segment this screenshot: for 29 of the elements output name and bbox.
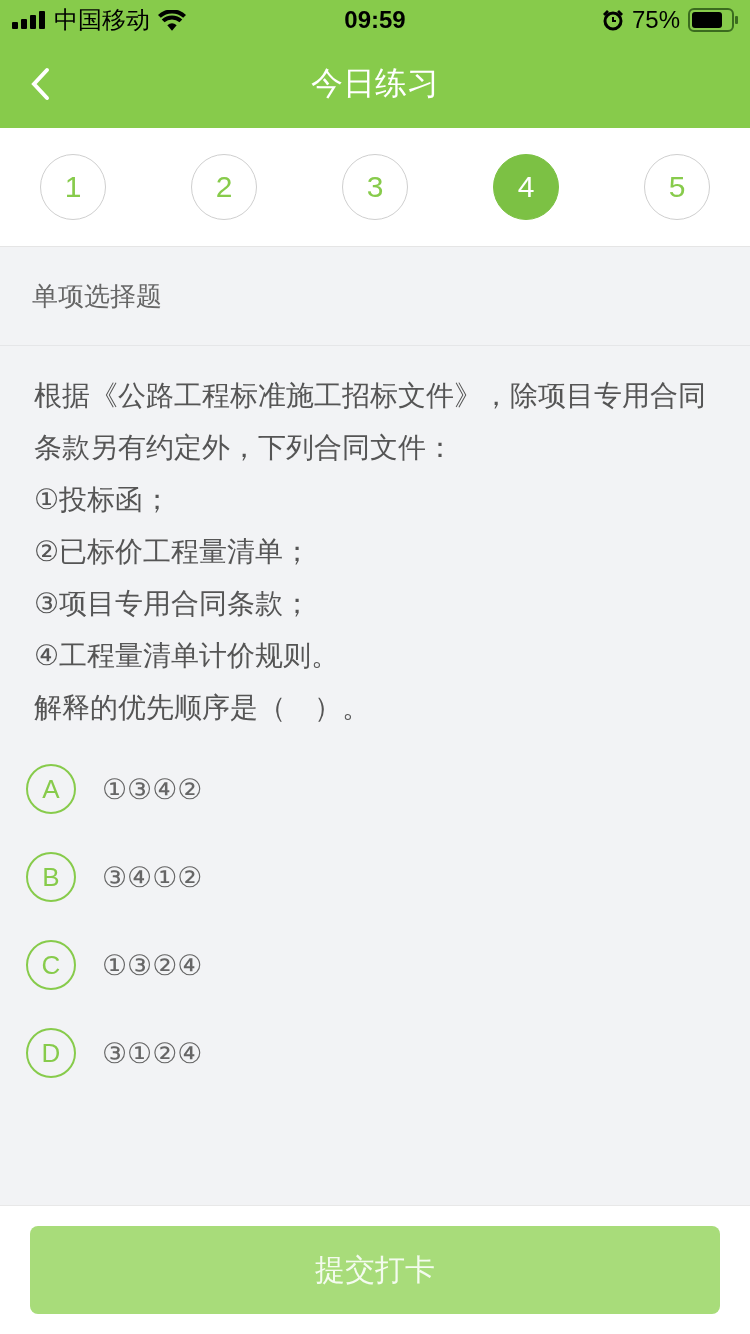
question-text: ④工程量清单计价规则。 (34, 638, 341, 674)
question-number[interactable]: 4 (493, 154, 559, 220)
back-icon[interactable] (30, 67, 50, 101)
option-letter[interactable]: D (26, 1028, 76, 1078)
wifi-icon (158, 9, 186, 31)
battery-percent: 75% (631, 6, 680, 34)
option-letter[interactable]: C (26, 940, 76, 990)
question-text: 根据《公路工程标准施工招标文件》，除项目专用合同条款另有约定外，下列合同文件： (34, 378, 707, 466)
question-number[interactable]: 2 (191, 154, 257, 220)
question-text: 解释的优先顺序是（ ）。 (34, 690, 371, 726)
question-text: ①投标函； (34, 482, 173, 518)
question-number[interactable]: 5 (644, 154, 710, 220)
page-title: 今日练习 (311, 63, 439, 104)
option-letter[interactable]: B (26, 852, 76, 902)
clock-time: 09:59 (344, 6, 406, 34)
option-text: ③④①② (102, 860, 203, 894)
option-letter[interactable]: A (26, 764, 76, 814)
section-title: 单项选择题 (32, 279, 162, 313)
option-text: ①③④② (102, 772, 203, 806)
question-text: ③项目专用合同条款； (34, 586, 313, 622)
alarm-icon (601, 9, 624, 31)
option-text: ③①②④ (102, 1036, 203, 1070)
question-number[interactable]: 3 (342, 154, 408, 220)
battery-icon (688, 8, 738, 32)
carrier-name: 中国移动 (54, 5, 150, 35)
question-number[interactable]: 1 (40, 154, 106, 220)
option-text: ①③②④ (102, 948, 203, 982)
signal-icon (12, 11, 46, 29)
question-text: ②已标价工程量清单； (34, 534, 313, 570)
